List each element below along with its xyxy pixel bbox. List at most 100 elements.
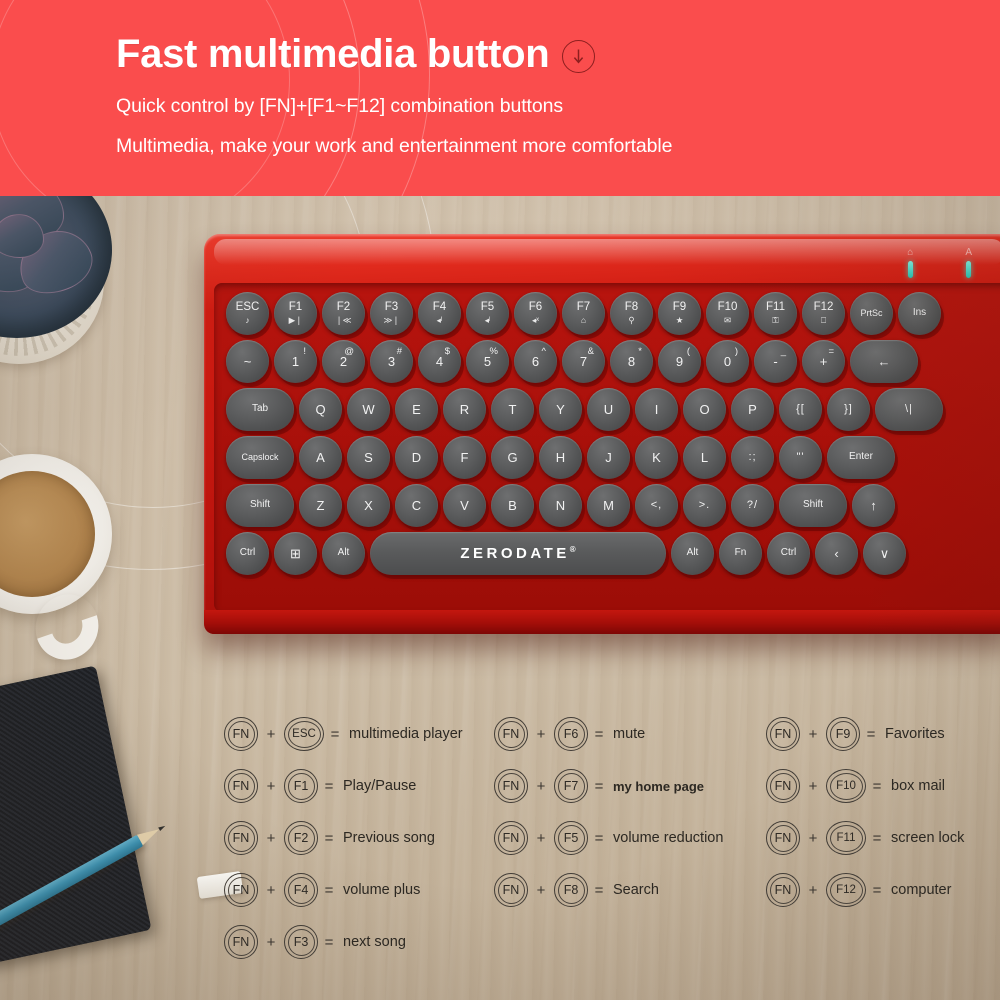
key-media-icon: ⚲: [628, 314, 635, 325]
key-1-1-1[interactable]: ! 1: [274, 340, 317, 383]
key-k-3-8[interactable]: K: [635, 436, 678, 479]
key-f8-0-8[interactable]: F8 ⚲: [610, 292, 653, 335]
key-sym-3-11[interactable]: "': [779, 436, 822, 479]
key-f12-0-12[interactable]: F12 ⎕: [802, 292, 845, 335]
key-fn-5-5[interactable]: Fn: [719, 532, 762, 575]
key-f11-0-11[interactable]: F11 ⚿: [754, 292, 797, 335]
key-f1-0-1[interactable]: F1 ▶❘: [274, 292, 317, 335]
key-f3-0-3[interactable]: F3 ≫❘: [370, 292, 413, 335]
key-f4-0-4[interactable]: F4 ◂ᴵ: [418, 292, 461, 335]
key-space[interactable]: ZERODATE®: [370, 532, 666, 575]
key-d-3-3[interactable]: D: [395, 436, 438, 479]
key-sym-1-13[interactable]: ←: [850, 340, 918, 383]
key-f-3-4[interactable]: F: [443, 436, 486, 479]
key-i-2-8[interactable]: I: [635, 388, 678, 431]
legend-description: my home page: [613, 778, 705, 794]
key-f6-0-6[interactable]: F6 ◂ˣ: [514, 292, 557, 335]
circled-down-arrow-icon: [562, 39, 596, 73]
key-label: 7: [579, 353, 588, 369]
key-shift-4-11[interactable]: Shift: [779, 484, 847, 527]
key-j-3-7[interactable]: J: [587, 436, 630, 479]
key-label: Ins: [912, 307, 927, 319]
key-sym-2-13[interactable]: \|: [875, 388, 943, 431]
key-l-3-9[interactable]: L: [683, 436, 726, 479]
key-f10-0-10[interactable]: F10 ✉: [706, 292, 749, 335]
key-sym-1-11[interactable]: _ -: [754, 340, 797, 383]
key-2-1-2[interactable]: @2: [322, 340, 365, 383]
key-sym-4-12[interactable]: ↑: [852, 484, 895, 527]
key-5-1-5[interactable]: % 5: [466, 340, 509, 383]
key-prtsc-0-13[interactable]: PrtSc: [850, 292, 893, 335]
legend-column-1: FN + ESC = multimedia player FN + F1 = Play/Pause…: [224, 708, 463, 968]
key-sym-5-7[interactable]: ‹: [815, 532, 858, 575]
key-v-4-4[interactable]: V: [443, 484, 486, 527]
key-c-4-3[interactable]: C: [395, 484, 438, 527]
key-q-2-1[interactable]: Q: [299, 388, 342, 431]
key-f5-0-5[interactable]: F5 ◂ˡ: [466, 292, 509, 335]
key-t-2-5[interactable]: T: [491, 388, 534, 431]
legend-key-label: F12: [836, 884, 856, 896]
key-f2-0-2[interactable]: F2 ❘≪: [322, 292, 365, 335]
key-media-icon: ✉: [723, 314, 732, 325]
key-f7-0-7[interactable]: F7 ⌂: [562, 292, 605, 335]
key-y-2-6[interactable]: Y: [539, 388, 582, 431]
key-label: F6: [528, 300, 543, 313]
key-8-1-8[interactable]: * 8: [610, 340, 653, 383]
zerodate-keyboard[interactable]: ⌂ A ESC ♪ F1 ▶❘ F2 ❘≪ F3 ≫❘ F4 ◂ᴵ F5 ◂ˡ F6 ◂ˣ F7 ⌂ F8 ⚲ F9…: [204, 234, 1000, 634]
key-label: D: [411, 449, 422, 465]
key-shift-4-0[interactable]: Shift: [226, 484, 294, 527]
key-b-4-5[interactable]: B: [491, 484, 534, 527]
key-7-1-7[interactable]: & 7: [562, 340, 605, 383]
key-g-3-5[interactable]: G: [491, 436, 534, 479]
key-4-1-4[interactable]: $4: [418, 340, 461, 383]
key-capslock-3-0[interactable]: Capslock: [226, 436, 294, 479]
key-alt-5-2[interactable]: Alt: [322, 532, 365, 575]
key-u-2-7[interactable]: U: [587, 388, 630, 431]
key-a-3-1[interactable]: A: [299, 436, 342, 479]
plus-symbol: +: [536, 725, 546, 743]
key-h-3-6[interactable]: H: [539, 436, 582, 479]
legend-row: FN + F1 = Play/Pause: [224, 760, 463, 812]
legend-description: multimedia player: [349, 726, 463, 742]
legend-key-label: FN: [232, 935, 250, 949]
legend-row: FN + F6 = mute: [494, 708, 723, 760]
key-3-1-3[interactable]: #3: [370, 340, 413, 383]
key-sym-4-9[interactable]: >.: [683, 484, 726, 527]
key-sym-1-12[interactable]: = +: [802, 340, 845, 383]
key-alt-5-4[interactable]: Alt: [671, 532, 714, 575]
key-esc-0-0[interactable]: ESC ♪: [226, 292, 269, 335]
key-ctrl-5-0[interactable]: Ctrl: [226, 532, 269, 575]
key-z-4-1[interactable]: Z: [299, 484, 342, 527]
key-sym-1-0[interactable]: ~: [226, 340, 269, 383]
key-sym-5-1[interactable]: ⊞: [274, 532, 317, 575]
key-0-1-10[interactable]: ) 0: [706, 340, 749, 383]
key-sym-4-10[interactable]: ?/: [731, 484, 774, 527]
key-sym-5-8[interactable]: ∨: [863, 532, 906, 575]
key-r-2-4[interactable]: R: [443, 388, 486, 431]
keyboard-indicator-leds: ⌂ A: [907, 248, 972, 278]
legend-key-label: F7: [563, 779, 579, 793]
key-sym-4-8[interactable]: <,: [635, 484, 678, 527]
key-w-2-2[interactable]: W: [347, 388, 390, 431]
legend-row: FN + F5 = volume reduction: [494, 812, 723, 864]
key-6-1-6[interactable]: ^ 6: [514, 340, 557, 383]
key-m-4-7[interactable]: M: [587, 484, 630, 527]
key-s-3-2[interactable]: S: [347, 436, 390, 479]
key-x-4-2[interactable]: X: [347, 484, 390, 527]
banner-subtitle-1: Quick control by [FN]+[F1~F12] combinati…: [116, 95, 563, 117]
key-o-2-9[interactable]: O: [683, 388, 726, 431]
key-9-1-9[interactable]: (9: [658, 340, 701, 383]
key-sym-3-10[interactable]: :;: [731, 436, 774, 479]
key-tab-2-0[interactable]: Tab: [226, 388, 294, 431]
key-ctrl-5-6[interactable]: Ctrl: [767, 532, 810, 575]
key-e-2-3[interactable]: E: [395, 388, 438, 431]
key-ins-0-14[interactable]: Ins: [898, 292, 941, 335]
key-p-2-10[interactable]: P: [731, 388, 774, 431]
key-sym-2-11[interactable]: {[: [779, 388, 822, 431]
key-media-icon: ⌂: [580, 314, 587, 325]
key-n-4-6[interactable]: N: [539, 484, 582, 527]
key-sym-2-12[interactable]: }]: [827, 388, 870, 431]
key-media-icon: ▶❘: [288, 314, 303, 325]
key-enter-3-12[interactable]: Enter: [827, 436, 895, 479]
key-f9-0-9[interactable]: F9 ★: [658, 292, 701, 335]
